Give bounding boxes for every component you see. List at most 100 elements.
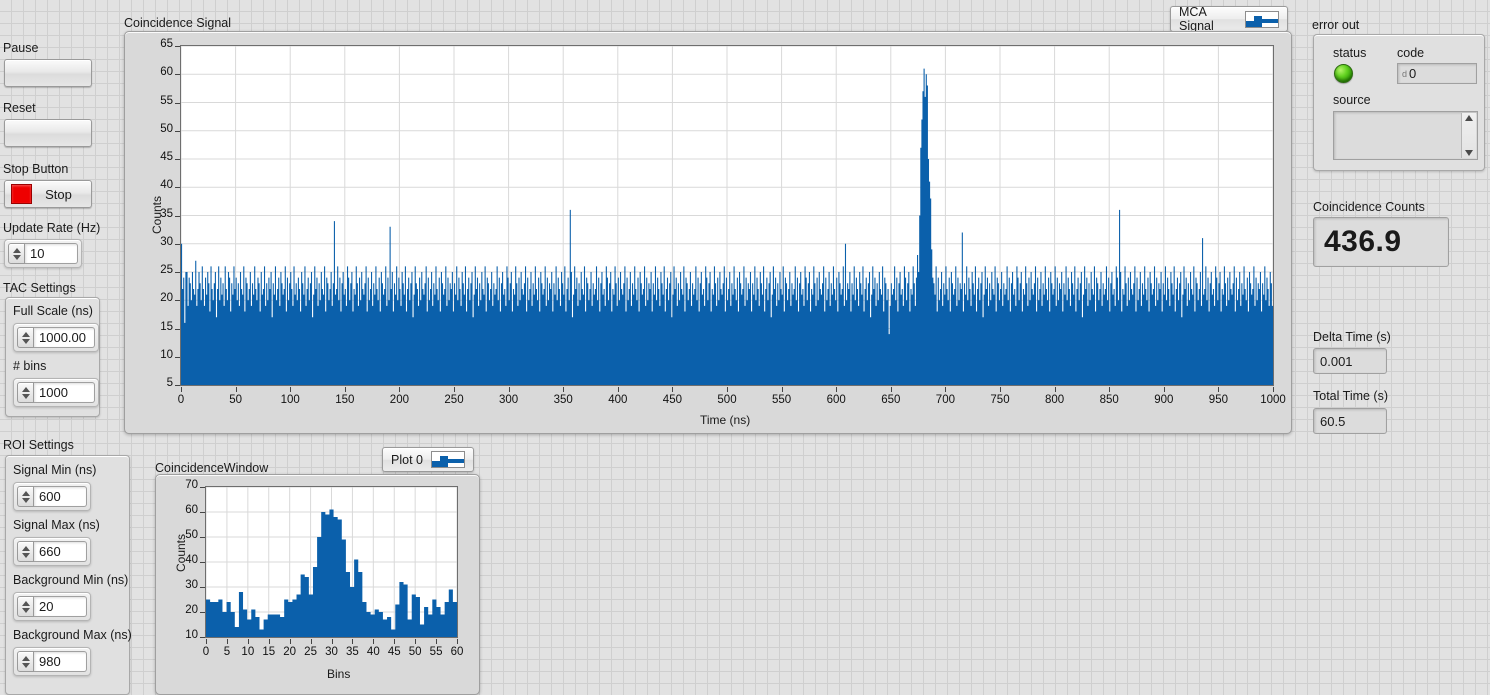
delta-time-field: 0.001: [1313, 348, 1387, 374]
y-tick-label: 15: [160, 320, 173, 333]
main-graph-legend[interactable]: MCA Signal: [1170, 5, 1288, 33]
x-tick-label: 300: [499, 394, 519, 406]
stepper-up-icon: [21, 655, 30, 661]
x-tick-mark: [1000, 387, 1001, 392]
error-status-label: status: [1333, 46, 1367, 60]
signal-min-stepper[interactable]: [17, 486, 34, 507]
x-tick-mark: [310, 639, 312, 644]
background-max-label: Background Max (ns): [13, 628, 132, 642]
x-tick-label: 950: [1208, 394, 1228, 406]
background-min-input[interactable]: 20: [34, 596, 87, 617]
stepper-up-icon: [21, 600, 30, 606]
y-tick-label: 50: [185, 529, 198, 541]
pause-label: Pause: [3, 41, 39, 55]
x-tick-label: 800: [1045, 394, 1065, 406]
background-min-stepper[interactable]: [17, 596, 34, 617]
background-max-control: 980: [13, 647, 91, 676]
y-tick-label: 25: [160, 264, 173, 276]
y-tick-label: 60: [160, 66, 173, 79]
x-tick-mark: [1218, 387, 1220, 392]
stepper-up-icon: [12, 247, 21, 253]
bins-input[interactable]: 1000: [34, 382, 95, 403]
x-tick-label: 200: [389, 394, 409, 406]
error-source-label: source: [1333, 93, 1371, 107]
update-rate-stepper[interactable]: [8, 243, 25, 264]
stepper-up-icon: [21, 386, 30, 392]
bins-stepper[interactable]: [17, 382, 34, 403]
y-tick-mark: [200, 562, 205, 563]
y-tick-mark: [175, 385, 180, 386]
y-tick-label: 40: [160, 179, 173, 192]
histogram-plot-icon: [430, 451, 465, 468]
x-tick-label: 1000: [1260, 394, 1286, 406]
error-out-label: error out: [1312, 18, 1360, 32]
stop-button-label: Stop Button: [3, 162, 69, 176]
signal-min-input[interactable]: 600: [34, 486, 87, 507]
stepper-down-icon: [21, 662, 30, 668]
reset-label: Reset: [3, 101, 36, 115]
x-tick-mark: [1163, 387, 1165, 392]
x-tick-label: 700: [935, 394, 955, 406]
full-scale-stepper[interactable]: [17, 327, 34, 348]
source-scrollbar[interactable]: [1461, 113, 1476, 158]
y-tick-mark: [175, 102, 180, 104]
full-scale-input[interactable]: 1000.00: [34, 327, 95, 348]
y-tick-mark: [175, 215, 180, 217]
sub-graph-legend[interactable]: Plot 0: [382, 447, 474, 472]
scroll-up-icon[interactable]: [1465, 115, 1473, 121]
roi-settings-label: ROI Settings: [3, 438, 74, 452]
y-tick-label: 20: [160, 292, 173, 305]
background-max-input[interactable]: 980: [34, 651, 87, 672]
x-tick-mark: [1273, 387, 1274, 392]
stepper-down-icon: [21, 607, 30, 613]
coincidence-counts-value: 436.9: [1324, 225, 1402, 258]
y-tick-mark: [200, 537, 205, 538]
x-tick-label: 500: [717, 394, 737, 406]
error-source-field[interactable]: [1333, 111, 1478, 160]
y-tick-mark: [175, 356, 180, 358]
sub-x-axis-label: Bins: [327, 667, 351, 681]
main-plot-area[interactable]: [180, 45, 1274, 386]
x-tick-label: 100: [280, 394, 300, 406]
x-tick-mark: [781, 387, 783, 392]
update-rate-input[interactable]: 10: [25, 243, 78, 264]
x-tick-mark: [457, 639, 458, 644]
y-tick-mark: [175, 243, 180, 245]
y-tick-mark: [175, 300, 180, 302]
x-tick-mark: [436, 639, 438, 644]
stepper-down-icon: [21, 552, 30, 558]
x-tick-mark: [1109, 387, 1111, 392]
background-min-control: 20: [13, 592, 91, 621]
y-tick-label: 60: [185, 504, 198, 516]
signal-max-label: Signal Max (ns): [13, 518, 100, 532]
x-tick-label: 650: [881, 394, 901, 406]
y-tick-mark: [200, 612, 205, 613]
reset-button[interactable]: [4, 119, 92, 147]
update-rate-label: Update Rate (Hz): [3, 221, 101, 235]
x-tick-label: 600: [826, 394, 846, 406]
x-tick-mark: [268, 639, 270, 644]
x-tick-label: 400: [608, 394, 628, 406]
signal-min-label: Signal Min (ns): [13, 463, 97, 477]
error-code-field: d 0: [1397, 63, 1477, 84]
roi-settings-panel: Signal Min (ns) 600 Signal Max (ns) 660 …: [5, 455, 132, 695]
signal-max-stepper[interactable]: [17, 541, 34, 562]
background-min-label: Background Min (ns): [13, 573, 129, 587]
y-tick-label: 50: [160, 122, 173, 135]
background-max-stepper[interactable]: [17, 651, 34, 672]
x-tick-label: 750: [990, 394, 1010, 406]
y-tick-label: 55: [160, 94, 173, 107]
sub-graph-title: CoincidenceWindow: [155, 461, 269, 475]
tac-settings-panel: Full Scale (ns) 1000.00 # bins 1000: [5, 297, 100, 417]
bins-control: 1000: [13, 378, 99, 407]
y-tick-label: 45: [160, 151, 173, 163]
x-tick-mark: [331, 639, 333, 644]
stop-button[interactable]: Stop: [4, 180, 92, 208]
sub-plot-area[interactable]: [205, 486, 458, 638]
signal-max-input[interactable]: 660: [34, 541, 87, 562]
pause-button[interactable]: [4, 59, 92, 87]
signal-max-control: 660: [13, 537, 91, 566]
x-tick-mark: [289, 639, 291, 644]
scroll-down-icon[interactable]: [1465, 150, 1473, 156]
x-tick-mark: [247, 639, 249, 644]
